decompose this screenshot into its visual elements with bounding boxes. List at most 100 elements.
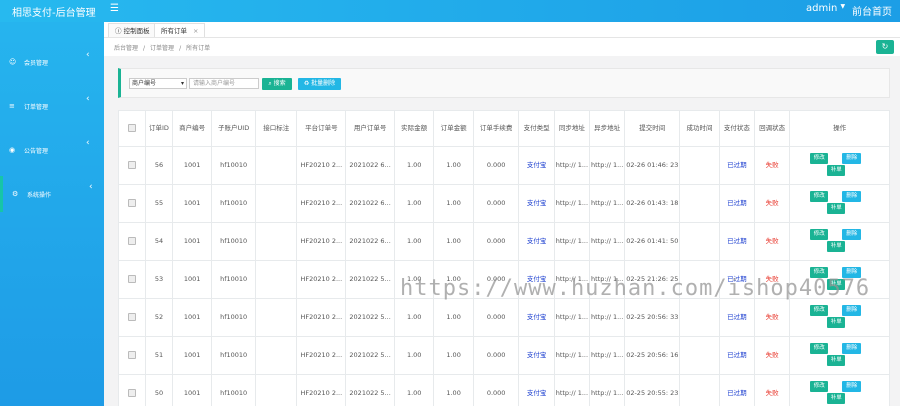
sidebar-item-orders[interactable]: ≡ 订单管理 ‹ — [0, 88, 104, 124]
frontend-home-link[interactable]: 前台首页 — [852, 3, 892, 18]
operations-cell: 修改 删除 补单 — [789, 146, 890, 185]
merchant-no-cell: 1001 — [171, 374, 213, 406]
user-order-no-cell: 2021022 6... — [345, 146, 395, 185]
row-checkbox[interactable] — [127, 237, 136, 245]
select-all-cell — [118, 110, 146, 147]
pay-status-cell: 已过期 — [718, 146, 756, 185]
supplement-order-button[interactable]: 补单 — [827, 392, 846, 404]
pay-status-cell: 已过期 — [718, 184, 756, 223]
breadcrumb: 后台管理 / 订单管理 / 所有订单 — [114, 43, 210, 52]
user-order-no-cell: 2021022 6... — [345, 222, 395, 261]
menu-toggle-icon[interactable]: ☰ — [110, 3, 119, 14]
operations-group: 修改 删除 补单 — [790, 300, 889, 336]
row-checkbox[interactable] — [127, 161, 136, 169]
edit-button[interactable]: 修改 — [810, 304, 829, 316]
row-select-cell — [118, 184, 146, 223]
platform-order-no-cell: HF20210 2... — [296, 222, 347, 261]
search-button[interactable]: ⌕ 搜索 — [262, 78, 292, 90]
breadcrumb-item[interactable]: 订单管理 — [150, 45, 174, 52]
search-field-select[interactable]: 商户编号 ▾ — [129, 78, 187, 89]
sidebar-item-members[interactable]: ☺ 会员管理 ‹ — [0, 44, 104, 80]
order-id-cell: 50 — [144, 374, 173, 406]
edit-button[interactable]: 修改 — [810, 190, 829, 202]
row-checkbox[interactable] — [127, 313, 136, 321]
user-icon: ☺ — [9, 58, 17, 66]
delete-button[interactable]: 删除 — [842, 304, 862, 316]
sidebar-item-notices[interactable]: ◉ 公告管理 ‹ — [0, 132, 104, 168]
supplement-order-button[interactable]: 补单 — [827, 316, 846, 328]
breadcrumb-item[interactable]: 后台管理 — [114, 45, 138, 52]
edit-button[interactable]: 修改 — [810, 342, 829, 354]
supplement-order-button[interactable]: 补单 — [827, 278, 846, 290]
breadcrumb-separator: / — [179, 45, 182, 52]
edit-button[interactable]: 修改 — [810, 228, 829, 240]
submit-time-cell: 02-26 01:46: 23 — [624, 146, 681, 185]
column-header: 订单手续费 — [472, 110, 520, 147]
table-row: 54 1001 hf10010 HF20210 2... 2021022 6... 1.0… — [118, 222, 890, 261]
select-all-checkbox[interactable] — [127, 124, 136, 132]
supplement-order-button[interactable]: 补单 — [827, 354, 846, 366]
row-checkbox[interactable] — [127, 275, 136, 283]
callback-status-cell: 失败 — [753, 336, 791, 375]
sidebar-item-label: 订单管理 — [24, 104, 49, 111]
fee-cell: 0.000 — [472, 374, 520, 406]
chevron-left-icon: ‹ — [89, 182, 93, 192]
row-checkbox[interactable] — [127, 199, 136, 207]
actual-amount-cell: 1.00 — [393, 336, 435, 375]
batch-delete-button[interactable]: ♻ 批量删除 — [298, 78, 341, 90]
merchant-no-cell: 1001 — [171, 336, 213, 375]
delete-button[interactable]: 删除 — [842, 152, 862, 164]
supplement-order-button[interactable]: 补单 — [827, 240, 846, 252]
operations-group: 修改 删除 补单 — [790, 186, 889, 222]
interface-mark-cell — [254, 260, 298, 299]
column-header: 提交时间 — [624, 110, 681, 147]
delete-button[interactable]: 删除 — [842, 190, 862, 202]
chevron-down-icon: ▾ — [180, 80, 184, 87]
interface-mark-cell — [254, 146, 298, 185]
table-row: 53 1001 hf10010 HF20210 2... 2021022 5... 1.0… — [118, 260, 890, 299]
success-time-cell — [679, 260, 720, 299]
row-checkbox[interactable] — [127, 389, 136, 397]
row-select-cell — [118, 374, 146, 406]
edit-button[interactable]: 修改 — [810, 380, 829, 392]
column-header: 回调状态 — [753, 110, 791, 147]
refresh-button[interactable]: ↻ — [876, 40, 894, 54]
sidebar-item-system[interactable]: ⚙ 系统操作 ‹ — [0, 176, 104, 212]
column-header: 订单ID — [144, 110, 173, 147]
tab-label: 所有订单 — [161, 27, 187, 35]
actual-amount-cell: 1.00 — [393, 222, 435, 261]
delete-button[interactable]: 删除 — [842, 228, 862, 240]
caret-down-icon: ▼ — [840, 3, 846, 10]
async-url-cell: http:// 1... — [589, 374, 626, 406]
admin-menu[interactable]: admin ▼ — [806, 3, 845, 14]
order-amount-cell: 1.00 — [433, 374, 474, 406]
column-header: 用户订单号 — [345, 110, 395, 147]
search-input[interactable]: 请输入商户编号 — [189, 78, 259, 89]
edit-button[interactable]: 修改 — [810, 266, 829, 278]
column-header: 接口标注 — [254, 110, 298, 147]
delete-button[interactable]: 删除 — [842, 380, 862, 392]
edit-button[interactable]: 修改 — [810, 152, 829, 164]
tab-all-orders[interactable]: 所有订单 × — [154, 23, 206, 37]
order-id-cell: 56 — [144, 146, 173, 185]
table-row: 50 1001 hf10010 HF20210 2... 2021022 5... 1.0… — [118, 374, 890, 406]
platform-order-no-cell: HF20210 2... — [296, 374, 347, 406]
user-order-no-cell: 2021022 5... — [345, 336, 395, 375]
delete-button[interactable]: 删除 — [842, 266, 862, 278]
chevron-left-icon: ‹ — [86, 50, 90, 60]
breadcrumb-item: 所有订单 — [186, 45, 211, 52]
operations-group: 修改 删除 补单 — [790, 338, 889, 374]
breadcrumb-bar: 后台管理 / 订单管理 / 所有订单 ↻ — [104, 38, 900, 56]
tab-dashboard[interactable]: ⓘ 控制面板 — [108, 23, 157, 37]
delete-button[interactable]: 删除 — [842, 342, 862, 354]
row-checkbox[interactable] — [127, 351, 136, 359]
user-order-no-cell: 2021022 5... — [345, 374, 395, 406]
close-icon[interactable]: × — [193, 27, 198, 35]
supplement-order-button[interactable]: 补单 — [827, 202, 846, 214]
operations-group: 修改 删除 补单 — [790, 148, 889, 184]
supplement-order-button[interactable]: 补单 — [827, 164, 846, 176]
pay-status-cell: 已过期 — [718, 298, 756, 337]
user-order-no-cell: 2021022 5... — [345, 260, 395, 299]
breadcrumb-separator: / — [143, 45, 146, 52]
fee-cell: 0.000 — [472, 260, 520, 299]
